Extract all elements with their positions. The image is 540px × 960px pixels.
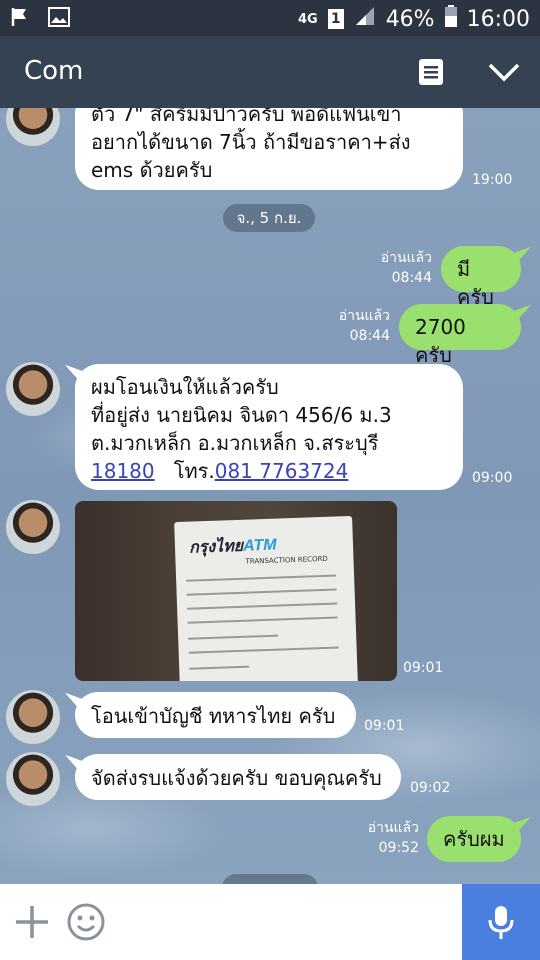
message-time: 09:02 [410,780,451,796]
message-time: 09:01 [403,660,444,676]
message-bubble[interactable]: ผมโอนเงินให้แล้วครับ ที่อยู่ส่ง นายนิคม … [75,364,463,490]
message-text: ผมโอนเงินให้แล้วครับ [91,375,279,399]
postcode-link[interactable]: 18180 [91,459,155,483]
avatar[interactable] [6,362,60,416]
mic-icon [486,904,516,946]
receipt-image[interactable]: กรุงไทยATM TRANSACTION RECORD [75,501,397,681]
chevron-down-icon[interactable] [486,58,522,86]
message-text: 2700 ครับ [415,315,466,367]
read-receipt: อ่านแล้ว 08:44 [380,250,432,286]
message-text: ตัว 7" สีครีมมีป่าวครับ พ่อดีแฟนเขา [91,108,402,126]
status-bar: 4G 1 46% 16:00 [0,0,540,36]
sim-icon: 1 [327,9,344,29]
message-time: 09:00 [472,470,513,486]
plus-icon[interactable] [14,904,50,940]
image-icon [48,6,70,34]
message-text: มีครับ [457,257,494,309]
emoji-icon[interactable] [66,902,106,942]
chat-title: Com [24,56,84,86]
avatar[interactable] [6,108,60,146]
avatar[interactable] [6,752,60,806]
message-time: 09:01 [364,718,405,734]
phone-prefix: โทร. [173,459,215,483]
receipt-paper: กรุงไทยATM TRANSACTION RECORD [174,515,358,681]
message-time: 19:00 [472,172,513,188]
avatar[interactable] [6,690,60,744]
read-receipt: อ่านแล้ว 08:44 [338,308,390,344]
message-text: จัดส่งรบแจ้งด้วยครับ ขอบคุณครับ [91,766,382,790]
message-bubble[interactable]: โอนเข้าบัญชี ทหารไทย ครับ [75,692,356,738]
read-receipt: อ่านแล้ว 09:52 [367,820,419,856]
mic-button[interactable] [462,884,540,960]
network-label: 4G [297,11,318,27]
phone-link[interactable]: 081 7763724 [215,459,349,483]
receipt-subtitle: TRANSACTION RECORD [245,554,328,566]
avatar[interactable] [6,500,60,554]
message-bubble[interactable]: ตัว 7" สีครีมมีป่าวครับ พ่อดีแฟนเขา อยาก… [75,108,463,190]
message-text: ที่อยู่ส่ง นายนิคม จินดา 456/6 ม.3 [91,403,392,427]
message-bubble[interactable]: มีครับ [441,246,521,309]
date-divider [222,874,318,884]
message-text: โอนเข้าบัญชี ทหารไทย ครับ [91,704,336,728]
note-icon[interactable] [418,58,444,86]
message-text: อยากได้ขนาด 7นิ้ว ถ้ามีขอราคา+ส่ง [91,130,411,154]
message-bubble[interactable]: ครับผม [427,816,521,862]
message-text: ems ด้วยครับ [91,158,213,182]
battery-percent: 46% [385,6,435,32]
flag-icon [10,6,30,34]
clock: 16:00 [466,6,530,32]
chat-header: Com [0,36,540,108]
signal-icon [354,5,376,33]
date-divider: จ., 5 ก.ย. [223,204,315,232]
message-text: ต.มวกเหล็ก อ.มวกเหล็ก จ.สระบุรี [91,431,379,455]
message-text: 18180 โทร.081 7763724 [91,457,447,485]
input-bar [0,884,540,960]
message-bubble[interactable]: จัดส่งรบแจ้งด้วยครับ ขอบคุณครับ [75,754,401,800]
chat-area[interactable]: ตัว 7" สีครีมมีป่าวครับ พ่อดีแฟนเขา อยาก… [0,108,540,884]
message-bubble[interactable]: 2700 ครับ [399,304,521,367]
message-text: ครับผม [443,827,505,851]
battery-icon [444,5,457,33]
